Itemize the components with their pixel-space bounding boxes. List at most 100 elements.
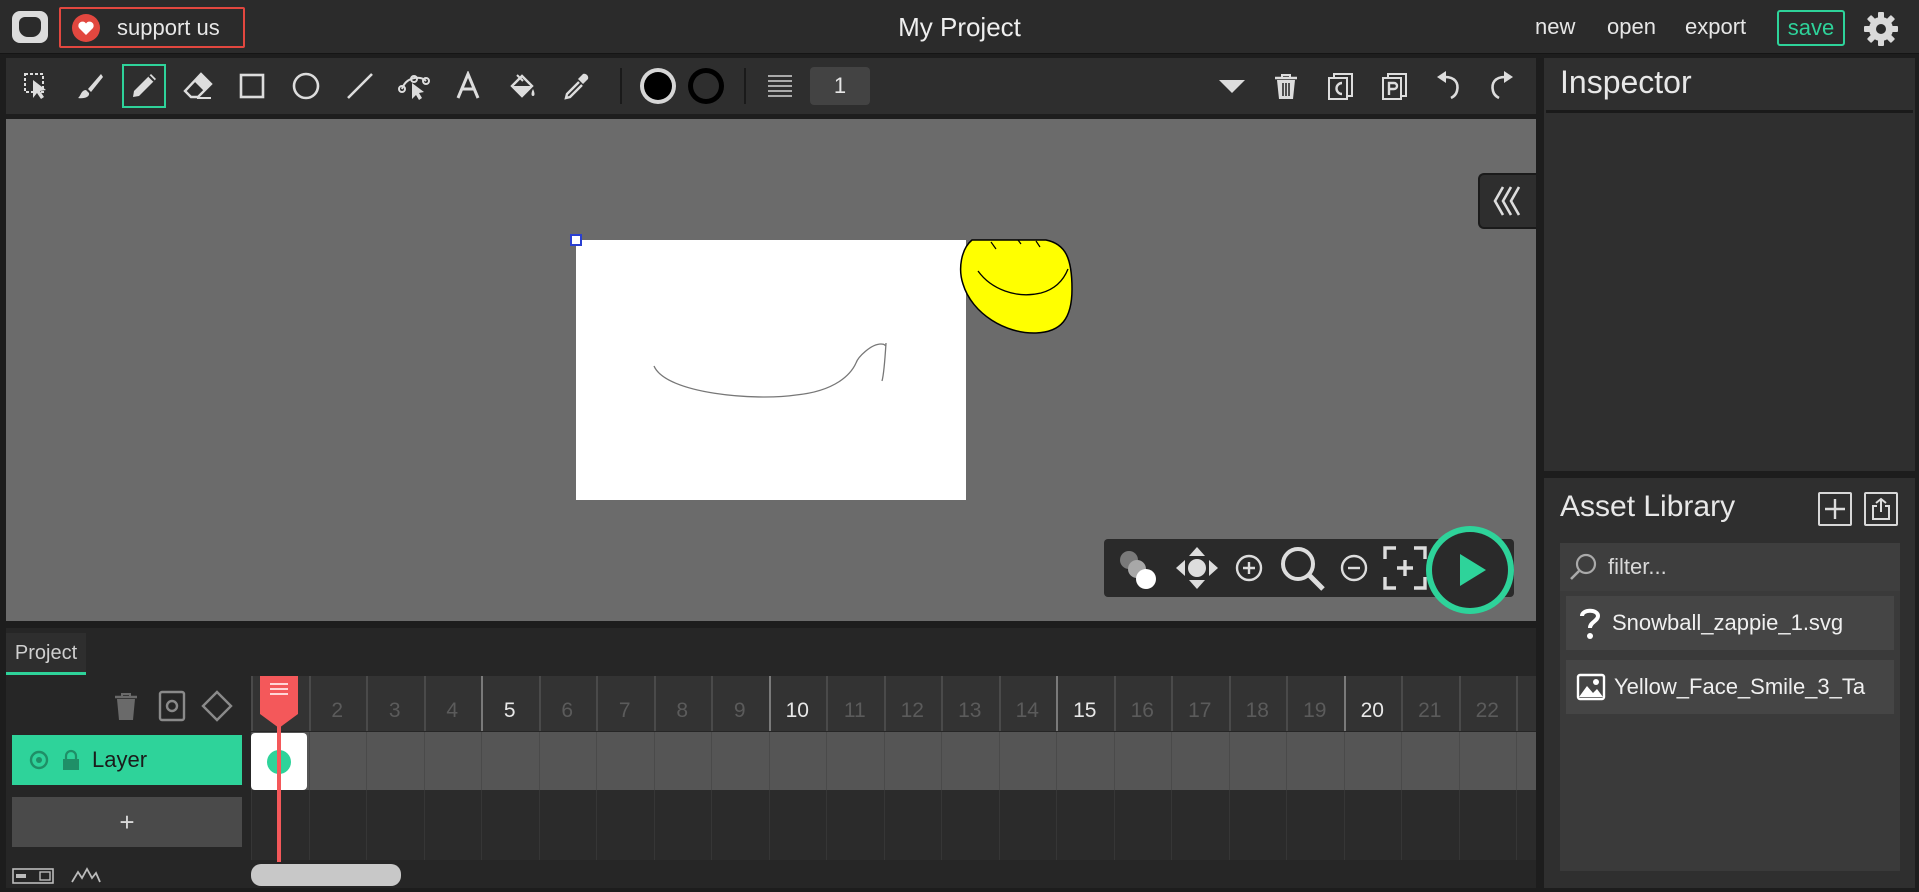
play-icon[interactable] xyxy=(1432,532,1508,608)
layer-item[interactable]: Layer xyxy=(12,735,242,785)
heart-icon xyxy=(72,13,100,42)
ellipse-icon[interactable] xyxy=(284,64,328,108)
collapse-panel-icon[interactable] xyxy=(1478,173,1536,229)
playhead-handle[interactable] xyxy=(260,676,298,728)
eye-icon[interactable] xyxy=(28,749,50,771)
stroke-color-swatch[interactable] xyxy=(684,64,728,108)
layer-frames-row[interactable] xyxy=(251,732,1536,790)
frame-cell-divider xyxy=(538,790,540,860)
text-icon[interactable] xyxy=(446,64,490,108)
tab-project[interactable]: Project xyxy=(6,633,86,675)
asset-item-name: Yellow_Face_Smile_3_Ta xyxy=(1614,674,1866,699)
delete-layer-icon[interactable] xyxy=(108,688,144,724)
asset-item[interactable]: Snowball_zappie_1.svg xyxy=(1566,596,1894,650)
new-button[interactable]: new xyxy=(1535,12,1575,42)
app-logo-icon[interactable] xyxy=(12,11,48,43)
dropdown-icon[interactable] xyxy=(1210,64,1254,108)
lock-icon[interactable] xyxy=(60,749,82,771)
frame-tick-line xyxy=(1458,676,1461,731)
undo-icon[interactable] xyxy=(1426,64,1470,108)
image-icon xyxy=(1576,673,1606,701)
line-width-icon xyxy=(758,64,802,108)
copy-icon[interactable] xyxy=(1318,64,1362,108)
delete-icon[interactable] xyxy=(1264,64,1308,108)
asset-item-name: Snowball_zappie_1.svg xyxy=(1612,610,1844,635)
pan-icon[interactable] xyxy=(1170,545,1224,591)
rectangle-icon[interactable] xyxy=(230,64,274,108)
redo-icon[interactable] xyxy=(1480,64,1524,108)
frame-cell-divider xyxy=(1171,732,1172,790)
layer-settings-icon[interactable] xyxy=(154,688,190,724)
frame-tick-line xyxy=(1401,676,1403,731)
frame-tick-line xyxy=(366,676,368,731)
frame-cell-divider xyxy=(1113,790,1115,860)
transform-icon[interactable] xyxy=(14,64,58,108)
frame-cell-divider xyxy=(941,790,942,860)
frame-cell-divider xyxy=(1171,790,1172,860)
fill-bucket-icon[interactable] xyxy=(500,64,544,108)
asset-item[interactable]: Yellow_Face_Smile_3_Ta xyxy=(1566,660,1894,714)
save-button[interactable]: save xyxy=(1777,10,1845,46)
frame-cell-divider xyxy=(366,790,367,860)
export-asset-icon[interactable] xyxy=(1864,492,1898,526)
eyedropper-icon[interactable] xyxy=(554,64,598,108)
add-asset-icon[interactable] xyxy=(1818,492,1852,526)
frame-cell-divider xyxy=(596,790,597,860)
support-us-label: support us xyxy=(117,14,220,40)
pencil-icon[interactable] xyxy=(122,64,166,108)
toolbar-separator xyxy=(620,68,622,104)
asset-library-title: Asset Library xyxy=(1560,490,1736,523)
keyframe-icon[interactable] xyxy=(199,688,235,724)
unknown-file-icon xyxy=(1580,608,1601,639)
frame-cell-divider xyxy=(1458,790,1460,860)
frame-tick-line xyxy=(1516,676,1518,731)
open-button[interactable]: open xyxy=(1607,12,1656,42)
add-layer-button[interactable]: + xyxy=(12,797,242,847)
frame-tick-line xyxy=(941,676,943,731)
export-button[interactable]: export xyxy=(1685,12,1746,42)
frame-number: 2 xyxy=(331,699,344,722)
frame-cell-divider xyxy=(1401,790,1402,860)
frame-cell-divider xyxy=(653,732,655,790)
frame-number: 6 xyxy=(561,699,574,722)
waveform-icon[interactable] xyxy=(70,866,102,884)
frame-cell-divider xyxy=(423,732,425,790)
fill-color-swatch[interactable] xyxy=(636,64,680,108)
frame-cell-divider xyxy=(711,732,712,790)
selection-handle[interactable] xyxy=(570,234,582,246)
onion-skin-icon[interactable] xyxy=(1110,545,1164,591)
frame-cell-divider xyxy=(1343,732,1345,790)
frame-cell-divider xyxy=(768,732,770,790)
line-width-input[interactable]: 1 xyxy=(810,67,870,105)
paste-icon[interactable] xyxy=(1372,64,1416,108)
frame-tick-line xyxy=(308,676,311,731)
frame-tick-line xyxy=(1286,676,1288,731)
frame-number: 12 xyxy=(900,699,924,722)
zoom-out-icon[interactable] xyxy=(1334,545,1374,591)
timeline-ruler[interactable]: 23456789101112131415161718192021222 xyxy=(251,676,1536,731)
frame-number: 13 xyxy=(958,699,982,722)
stage[interactable] xyxy=(6,119,1536,621)
frame-cell-divider xyxy=(941,732,942,790)
timeline-scrollbar[interactable] xyxy=(251,864,401,886)
support-us-button[interactable]: support us xyxy=(59,7,245,48)
brush-icon[interactable] xyxy=(68,64,112,108)
eraser-icon[interactable] xyxy=(176,64,220,108)
zoom-icon[interactable] xyxy=(1274,545,1330,591)
frame-cell-divider xyxy=(826,790,827,860)
line-icon[interactable] xyxy=(338,64,382,108)
frame-tick-line xyxy=(481,676,483,731)
path-icon[interactable] xyxy=(392,64,436,108)
frame-tick-line xyxy=(883,676,886,731)
frame-number: 2 xyxy=(1530,699,1536,723)
timeline-view-icon[interactable] xyxy=(12,868,54,884)
frame-cell-divider xyxy=(1286,732,1287,790)
frame-cell-divider xyxy=(481,732,482,790)
frame-cell-divider xyxy=(768,790,770,860)
zoom-center-icon[interactable] xyxy=(1228,545,1270,591)
asset-filter-input[interactable]: filter... xyxy=(1560,543,1900,591)
frame-cell-divider xyxy=(251,790,252,860)
gear-icon[interactable] xyxy=(1862,10,1900,48)
frame-tick-line xyxy=(998,676,1001,731)
frame-cell-divider xyxy=(1056,790,1057,860)
